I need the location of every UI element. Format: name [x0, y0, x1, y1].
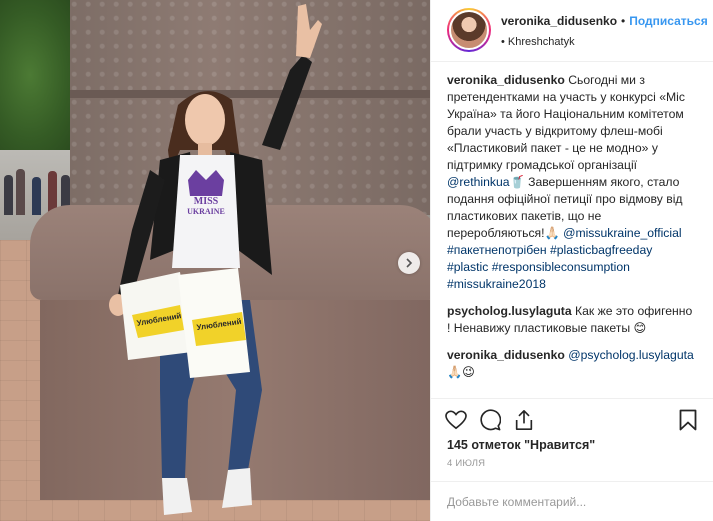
mention-link[interactable]: @rethinkua: [447, 175, 510, 189]
header-text: veronika_didusenko • Подписаться • Khres…: [501, 14, 708, 48]
post-location[interactable]: • Khreshchatyk: [501, 36, 708, 48]
post-side-panel: veronika_didusenko • Подписаться • Khres…: [430, 0, 713, 521]
shirt-logo-line2: UKRAINE: [187, 207, 225, 216]
comments-list[interactable]: veronika_didusenko Сьогодні ми з претенд…: [431, 62, 713, 398]
post-header: veronika_didusenko • Подписаться • Khres…: [431, 0, 713, 62]
woman-figure: [109, 4, 322, 515]
mention-link[interactable]: @psycholog.lusylaguta: [568, 348, 694, 362]
list-item: psycholog.lusylaguta Как же это офигенно…: [447, 303, 697, 337]
comment-username[interactable]: veronika_didusenko: [447, 73, 565, 87]
share-icon: [515, 409, 533, 430]
comment-text: 🙏🏻😉: [447, 365, 475, 379]
share-button[interactable]: [511, 407, 537, 433]
comment-username[interactable]: veronika_didusenko: [447, 348, 565, 362]
caption-text-1: Сьогодні ми з претендентками на участь у…: [447, 73, 685, 172]
shirt-logo-line1: MISS: [193, 196, 219, 207]
like-button[interactable]: [443, 407, 469, 433]
mention-link[interactable]: @missukraine_official: [563, 226, 682, 240]
bookmark-icon: [679, 409, 697, 430]
action-bar: [431, 398, 713, 432]
instagram-post: MISS UKRAINE Улюблений Улюблений veronik…: [0, 0, 713, 521]
author-username[interactable]: veronika_didusenko: [501, 14, 617, 28]
add-comment-bar: [431, 481, 713, 521]
list-item: veronika_didusenko @psycholog.lusylaguta…: [447, 347, 697, 381]
comment-username[interactable]: psycholog.lusylaguta: [447, 304, 572, 318]
next-photo-button[interactable]: [398, 252, 420, 274]
caption-comment: veronika_didusenko Сьогодні ми з претенд…: [447, 72, 697, 293]
comment-bubble-icon: [480, 408, 501, 430]
avatar-story-ring[interactable]: [447, 8, 491, 52]
hashtags[interactable]: #пакетнепотрібен #plasticbagfreeday #pla…: [447, 243, 652, 291]
location-prefix: •: [501, 36, 505, 48]
post-photo[interactable]: MISS UKRAINE Улюблений Улюблений: [0, 0, 430, 521]
chevron-right-icon: [406, 258, 413, 268]
header-separator: •: [621, 14, 626, 28]
likes-count[interactable]: 145 отметок "Нравится": [431, 432, 713, 452]
heart-icon: [445, 410, 467, 429]
save-button[interactable]: [675, 407, 701, 433]
follow-button[interactable]: Подписаться: [629, 14, 707, 28]
avatar[interactable]: [449, 10, 489, 50]
post-date[interactable]: 4 ИЮЛЯ: [431, 452, 713, 469]
comment-button[interactable]: [477, 407, 503, 433]
comment-input[interactable]: [447, 494, 697, 509]
shirt-logo: MISS UKRAINE: [184, 197, 228, 217]
location-label[interactable]: Khreshchatyk: [508, 36, 575, 48]
